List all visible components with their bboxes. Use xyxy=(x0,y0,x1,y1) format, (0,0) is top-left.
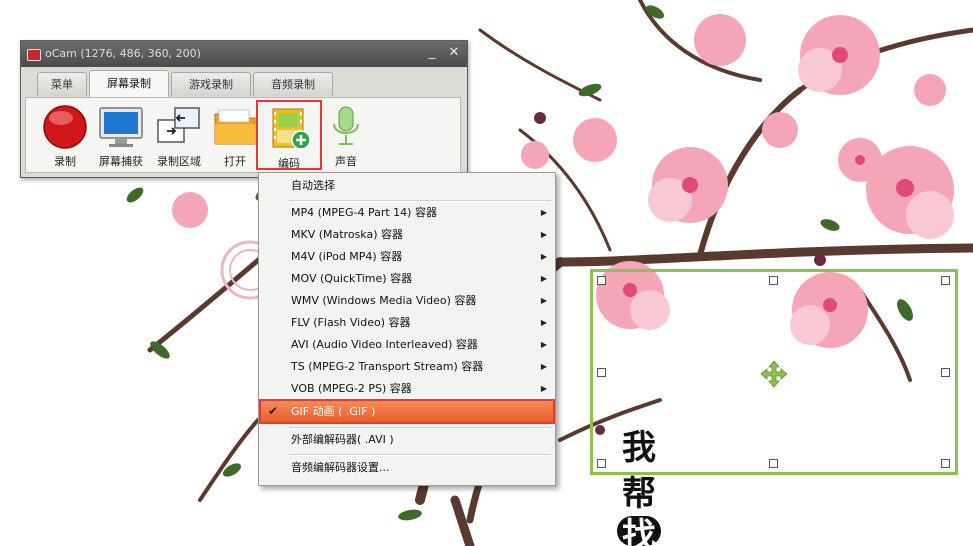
menu-item-vob[interactable]: VOB (MPEG-2 PS) 容器 ▶ xyxy=(261,378,553,399)
record-area-label: 录制区域 xyxy=(157,155,201,168)
submenu-arrow-icon: ▶ xyxy=(540,318,547,327)
menu-item-flv[interactable]: FLV (Flash Video) 容器 ▶ xyxy=(261,312,553,333)
resize-handle-bottom-right[interactable] xyxy=(941,459,950,468)
toolbar: 录制 屏幕捕获 录制区域 打开 编码 声音 xyxy=(25,97,461,173)
menu-item-external-codec[interactable]: 外部编解码器( .AVI ) xyxy=(261,429,553,450)
submenu-arrow-icon: ▶ xyxy=(540,274,547,283)
submenu-arrow-icon: ▶ xyxy=(540,230,547,239)
submenu-arrow-icon: ▶ xyxy=(540,252,547,261)
checkmark-icon: ✔ xyxy=(268,404,279,418)
submenu-arrow-icon: ▶ xyxy=(540,384,547,393)
menu-item-ts[interactable]: TS (MPEG-2 Transport Stream) 容器 ▶ xyxy=(261,356,553,377)
submenu-arrow-icon: ▶ xyxy=(540,340,547,349)
tab-game-recording[interactable]: 游戏录制 xyxy=(171,72,251,96)
menu-item-wmv[interactable]: WMV (Windows Media Video) 容器 ▶ xyxy=(261,290,553,311)
folder-icon xyxy=(214,109,256,145)
resize-handle-top-right[interactable] xyxy=(941,276,950,285)
menu-item-mov[interactable]: MOV (QuickTime) 容器 ▶ xyxy=(261,268,553,289)
screen-capture-button[interactable]: 屏幕捕获 xyxy=(94,100,148,170)
sound-button[interactable]: 声音 xyxy=(324,100,368,170)
submenu-arrow-icon: ▶ xyxy=(540,208,547,217)
menu-item-mp4[interactable]: MP4 (MPEG-4 Part 14) 容器 ▶ xyxy=(261,202,553,223)
record-area-icon xyxy=(157,107,200,143)
menu-item-audio-codec-settings[interactable]: 音频编解码器设置... xyxy=(261,457,553,478)
record-button[interactable]: 录制 xyxy=(40,100,90,170)
title-bar[interactable]: oCam (1276, 486, 360, 200) _ ✕ xyxy=(21,41,467,67)
menu-item-gif[interactable]: ✔ GIF 动画 ( .GIF ) xyxy=(259,399,555,424)
menu-item-avi[interactable]: AVI (Audio Video Interleaved) 容器 ▶ xyxy=(261,334,553,355)
resize-handle-top[interactable] xyxy=(769,276,778,285)
move-icon[interactable] xyxy=(760,360,788,388)
watermark-char: 帮 xyxy=(622,474,656,514)
resize-handle-top-left[interactable] xyxy=(597,276,606,285)
tab-bar: 菜单 屏幕录制 游戏录制 音频录制 xyxy=(21,67,467,97)
screen-capture-label: 屏幕捕获 xyxy=(99,155,143,168)
menu-separator xyxy=(289,454,551,456)
menu-item-auto-select[interactable]: 自动选择 xyxy=(261,175,553,196)
open-button[interactable]: 打开 xyxy=(210,100,260,170)
watermark-char: 我 xyxy=(622,428,656,468)
tab-screen-recording[interactable]: 屏幕录制 xyxy=(89,70,169,97)
encode-button[interactable]: 编码 xyxy=(256,100,322,170)
resize-handle-right[interactable] xyxy=(941,368,950,377)
close-button[interactable]: ✕ xyxy=(446,45,462,61)
window-title: oCam (1276, 486, 360, 200) xyxy=(45,47,201,60)
submenu-arrow-icon: ▶ xyxy=(540,362,547,371)
menu-item-mkv[interactable]: MKV (Matroska) 容器 ▶ xyxy=(261,224,553,245)
minimize-button[interactable]: _ xyxy=(424,45,440,61)
tab-menu[interactable]: 菜单 xyxy=(37,72,87,96)
monitor-icon xyxy=(99,107,143,147)
ocam-logo-icon xyxy=(27,49,41,61)
menu-item-m4v[interactable]: M4V (iPod MP4) 容器 ▶ xyxy=(261,246,553,267)
submenu-arrow-icon: ▶ xyxy=(540,296,547,305)
watermark-char: 找 xyxy=(617,516,661,546)
ocam-window: oCam (1276, 486, 360, 200) _ ✕ 菜单 屏幕录制 游… xyxy=(20,40,468,178)
record-icon xyxy=(43,105,87,149)
resize-handle-bottom-left[interactable] xyxy=(597,459,606,468)
film-add-icon xyxy=(272,108,311,150)
tab-audio-recording[interactable]: 音频录制 xyxy=(253,72,333,96)
record-area-button[interactable]: 录制区域 xyxy=(152,100,206,170)
sound-label: 声音 xyxy=(335,155,357,168)
record-label: 录制 xyxy=(54,155,76,168)
resize-handle-bottom[interactable] xyxy=(769,459,778,468)
open-label: 打开 xyxy=(224,155,246,168)
encode-label: 编码 xyxy=(278,157,300,170)
microphone-icon xyxy=(333,106,359,145)
resize-handle-left[interactable] xyxy=(597,368,606,377)
encode-dropdown-menu: 自动选择 MP4 (MPEG-4 Part 14) 容器 ▶ MKV (Matr… xyxy=(258,172,556,486)
